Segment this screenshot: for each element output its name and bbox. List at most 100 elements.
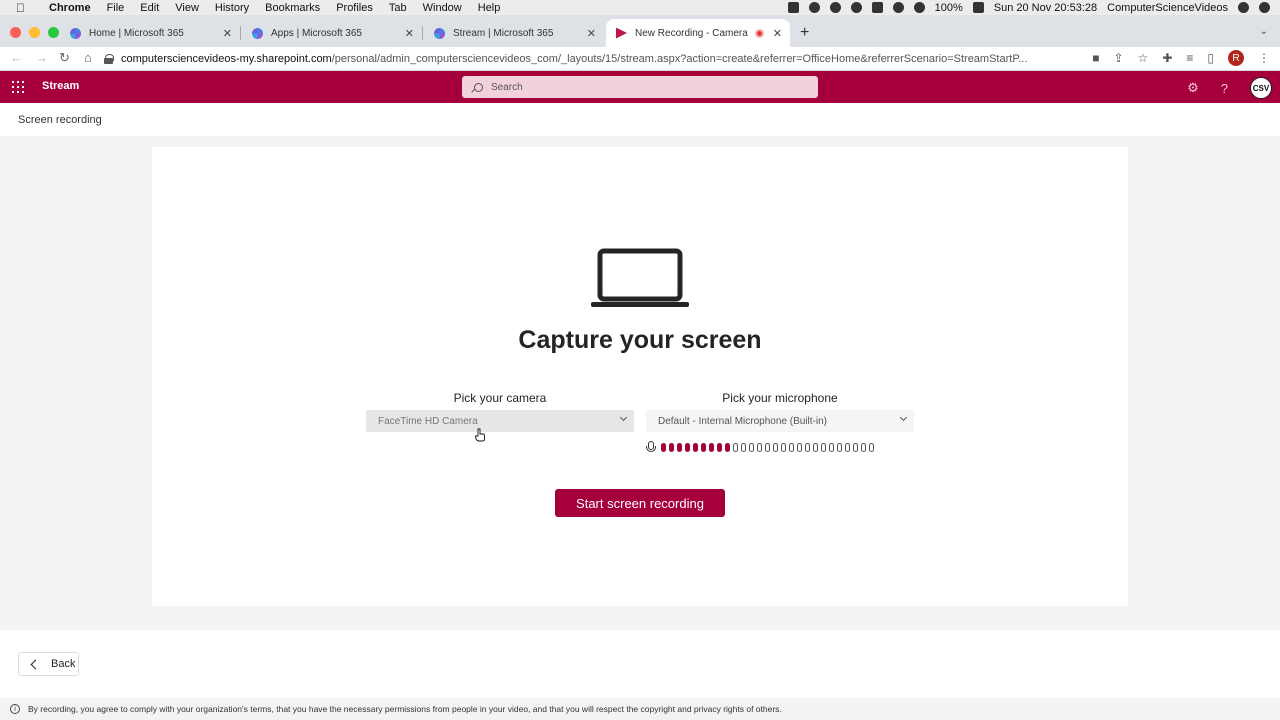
info-icon: i [10,704,20,714]
status-app-icon[interactable] [787,2,799,13]
tab-home[interactable]: Home | Microsoft 365 ✕ [60,19,241,47]
menu-tab[interactable]: Tab [381,2,415,14]
tab-title: Home | Microsoft 365 [89,27,184,39]
camera-select[interactable]: FaceTime HD Camera [366,410,634,432]
account-avatar[interactable]: CSV [1250,77,1272,99]
extensions-icon[interactable]: ✚ [1162,51,1172,65]
app-header: Stream Search ⚙ ? CSV [0,71,1280,103]
menu-bookmarks[interactable]: Bookmarks [257,2,328,14]
status-dots-icon[interactable] [808,2,820,13]
profile-avatar[interactable]: R [1228,50,1244,66]
zoom-window-button[interactable] [48,27,59,38]
reload-icon[interactable]: ↻ [59,50,70,66]
tab-apps[interactable]: Apps | Microsoft 365 ✕ [242,19,423,47]
mic-level-pip [757,442,762,452]
home-icon[interactable]: ⌂ [84,50,92,65]
reading-list-icon[interactable]: ≡ [1186,51,1193,65]
recording-disclaimer: i By recording, you agree to comply with… [0,698,1280,720]
mic-level-pip [717,442,722,452]
wifi-icon[interactable] [892,2,904,13]
bookmark-star-icon[interactable]: ☆ [1138,51,1149,65]
toolbar-actions: ■ ⇪ ☆ ✚ ≡ ▯ R ⋮ [1092,50,1270,66]
lock-icon[interactable] [104,54,114,64]
tab-separator [240,26,241,40]
spotlight-icon[interactable] [1238,2,1249,13]
mic-level-pip [765,442,770,452]
chevron-left-icon [30,659,41,669]
back-button[interactable]: Back [18,652,79,676]
menu-help[interactable]: Help [470,2,509,14]
status-cloud-icon[interactable] [829,2,841,13]
chevron-down-icon [899,413,908,422]
help-icon[interactable]: ? [1221,81,1228,96]
mic-level-pip [701,442,706,452]
menu-history[interactable]: History [207,2,257,14]
address-bar[interactable]: computersciencevideos-my.sharepoint.com /… [104,49,1074,69]
mic-level-pip [733,442,738,452]
mic-level-pip [861,442,866,452]
laptop-icon [591,248,689,307]
camera-select-value: FaceTime HD Camera [378,415,478,427]
camera-in-use-icon[interactable]: ■ [1092,51,1099,65]
status-time-machine-icon[interactable] [850,2,862,13]
url-path: /personal/admin_computersciencevideos_co… [331,53,1028,65]
url-host: computersciencevideos-my.sharepoint.com [121,53,332,65]
share-icon[interactable]: ⇪ [1113,51,1123,65]
status-area: 100% Sun 20 Nov 20:53:28 ComputerScience… [787,0,1270,15]
app-launcher-icon[interactable] [12,81,24,93]
mic-level-pip [685,442,690,452]
menu-window[interactable]: Window [415,2,470,14]
menu-view[interactable]: View [167,2,207,14]
microphone-icon [645,441,656,453]
menu-edit[interactable]: Edit [132,2,167,14]
new-tab-button[interactable]: + [800,24,809,42]
settings-gear-icon[interactable]: ⚙ [1187,80,1199,96]
m365-icon [70,27,81,39]
mic-level-pip [869,442,874,452]
tab-title: Stream | Microsoft 365 [453,27,554,39]
search-input[interactable]: Search [462,76,818,98]
menu-profiles[interactable]: Profiles [328,2,381,14]
start-recording-button[interactable]: Start screen recording [555,489,725,517]
m365-icon [434,27,445,39]
side-panel-icon[interactable]: ▯ [1207,51,1214,65]
close-tab-icon[interactable]: ✕ [223,27,232,40]
tab-strip: Home | Microsoft 365 ✕ Apps | Microsoft … [0,15,1280,47]
more-menu-icon[interactable]: ⋮ [1258,51,1270,65]
menu-file[interactable]: File [99,2,133,14]
microphone-select[interactable]: Default - Internal Microphone (Built-in) [646,410,914,432]
clock[interactable]: Sun 20 Nov 20:53:28 [994,2,1097,14]
microphone-select-value: Default - Internal Microphone (Built-in) [658,415,827,427]
mic-level-pip [813,442,818,452]
tab-search-chevron-icon[interactable]: ⌄ [1260,26,1268,37]
forward-arrow-icon[interactable]: → [35,50,48,65]
page-footer [0,630,1280,698]
mic-level-pip [773,442,778,452]
chevron-down-icon [619,413,628,422]
close-tab-icon[interactable]: ✕ [587,27,596,40]
menu-chrome[interactable]: Chrome [41,2,99,14]
battery-icon[interactable] [972,2,984,13]
mic-level-pip [789,442,794,452]
screen-mirroring-icon[interactable] [871,2,883,13]
menu-user-name[interactable]: ComputerScienceVideos [1107,2,1228,14]
mic-level-pip [741,442,746,452]
close-tab-icon[interactable]: ✕ [773,27,782,40]
search-placeholder: Search [491,81,523,93]
siri-icon[interactable] [1259,2,1270,13]
capture-heading: Capture your screen [518,326,762,354]
volume-icon[interactable] [913,2,925,13]
recording-indicator-icon [755,28,764,38]
close-tab-icon[interactable]: ✕ [405,27,414,40]
tab-stream[interactable]: Stream | Microsoft 365 ✕ [424,19,604,47]
close-window-button[interactable] [10,27,21,38]
mic-level-pip [725,442,730,452]
minimize-window-button[interactable] [29,27,40,38]
mic-level-pip [821,442,826,452]
tab-title: Apps | Microsoft 365 [271,27,362,39]
window-controls [10,27,59,38]
app-title[interactable]: Stream [42,80,79,92]
back-arrow-icon[interactable]: ← [10,50,23,65]
apple-icon[interactable]:  [14,1,27,15]
tab-new-recording[interactable]: New Recording - Camera ✕ [606,19,790,47]
